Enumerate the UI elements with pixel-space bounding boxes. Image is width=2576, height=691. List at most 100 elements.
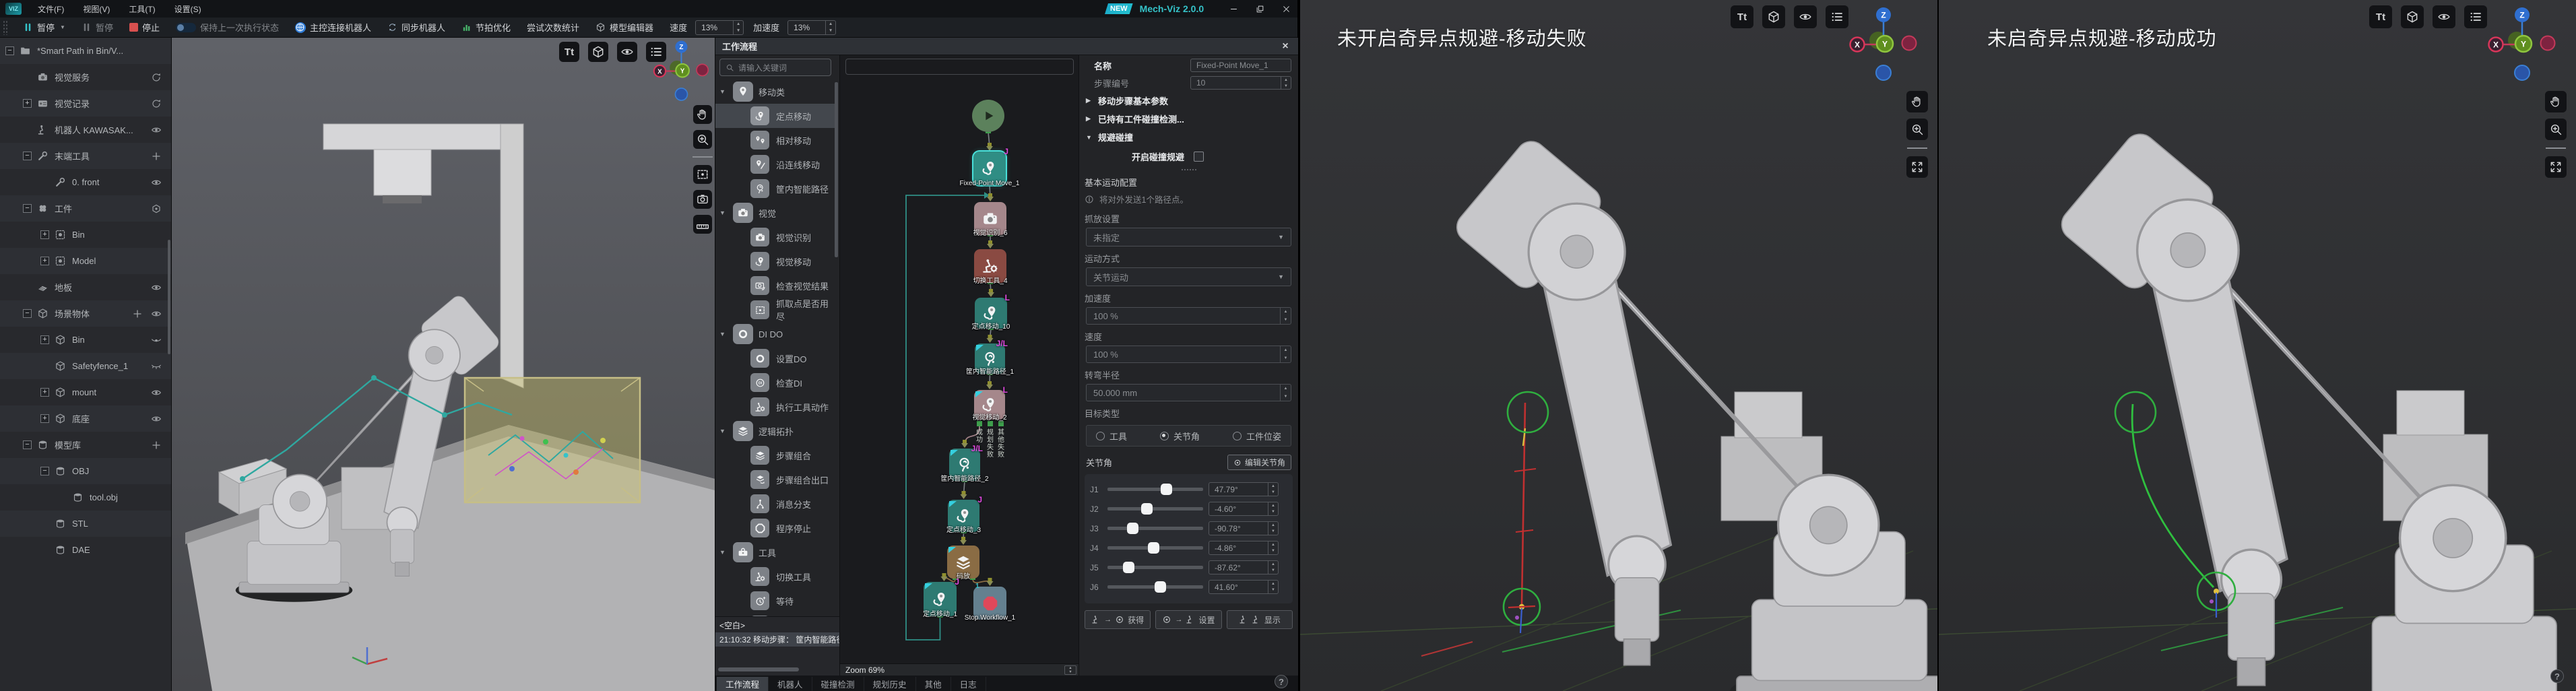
tree-item[interactable]: 机器人 KAWASAK... [0,117,171,143]
hex-icon[interactable] [151,203,162,214]
joint-spinner[interactable]: ▲▼ [1268,561,1278,574]
tree-item[interactable]: +视觉记录 [0,90,171,117]
zoom-button[interactable] [2545,119,2567,140]
library-item[interactable]: 步骤组合出口 [715,467,835,492]
eye-half-icon[interactable] [151,335,162,346]
joint-slider[interactable] [1107,507,1203,511]
menu-tools[interactable]: 工具(T) [119,0,164,18]
joint-slider[interactable] [1107,546,1203,550]
tree-item[interactable]: 视觉服务 [0,64,171,90]
refresh-icon[interactable] [151,72,162,83]
library-item[interactable]: 抓取点是否用尽 [715,298,835,322]
slider-knob[interactable] [1148,542,1159,554]
flow-node[interactable]: J定点移动_3 [948,500,979,532]
expand-toggle-icon[interactable]: + [40,257,49,265]
library-item[interactable]: 相对移动 [715,128,835,152]
turn-radius-input[interactable]: 50.000 mm▲▼ [1086,384,1291,401]
eye-icon[interactable] [151,308,162,319]
tab-工作流程[interactable]: 工作流程 [717,677,769,691]
slider-knob[interactable] [1141,503,1153,515]
text-display-button[interactable]: Tt [1731,5,1753,28]
library-item[interactable]: 视觉移动 [715,249,835,273]
flow-node[interactable]: L视觉移动_2 [974,390,1005,420]
keep-last-state-toggle[interactable]: 保持上一次执行状态 [168,18,287,38]
joint-spinner[interactable]: ▲▼ [1268,502,1278,515]
takt-optimize-button[interactable]: 节拍优化 [453,18,519,38]
fit-view-button[interactable] [1906,156,1928,178]
stop-button[interactable]: 停止 [121,18,168,38]
orientation-gizmo[interactable]: Z X Y [653,39,713,109]
library-item[interactable]: 等待 [715,589,835,613]
pan-button[interactable] [693,105,712,124]
visibility-button[interactable] [2433,5,2455,28]
zoom-button[interactable] [1906,119,1928,140]
eye-closed-icon[interactable] [151,361,162,372]
joint-value-input[interactable]: -4.86°▲▼ [1209,541,1279,555]
library-item[interactable]: 执行工具动作 [715,395,835,419]
flowchart-canvas[interactable]: JFixed-Point Move_1视觉识别_6切换工具_4L定点移动_10J… [839,55,1078,676]
gizmo-axes[interactable]: Z X Y [1848,5,1923,88]
menu-file[interactable]: 文件(F) [28,0,73,18]
library-item[interactable]: 沿连线移动 [715,152,835,176]
tab-其他[interactable]: 其他 [916,677,951,691]
section-collision-check[interactable]: ▶已持有工件碰撞检测... [1079,110,1298,128]
panel-close-icon[interactable]: × [1278,39,1293,54]
accel-spinner[interactable]: ▲▼ [825,21,835,34]
collision-avoid-checkbox[interactable] [1194,152,1204,162]
pause-button[interactable]: 暂停 [73,18,121,38]
collapse-toggle-icon[interactable]: − [5,46,14,55]
library-group[interactable]: ▼ DI DO [715,322,835,346]
expand-toggle-icon[interactable]: + [40,335,49,344]
library-item[interactable]: 步骤组合 [715,443,835,467]
joint-spinner[interactable]: ▲▼ [1268,483,1278,496]
tab-日志[interactable]: 日志 [951,677,986,691]
text-display-button[interactable]: Tt [559,42,579,62]
flow-node[interactable]: J/L筐内智能路径_1 [975,343,1005,374]
library-item[interactable]: 程序停止 [715,516,835,540]
eye-icon[interactable] [151,414,162,424]
tree-item[interactable]: +底座 [0,405,171,432]
section-avoid-collision[interactable]: ▼规避碰撞 [1079,128,1298,146]
orientation-gizmo[interactable]: Z X Y [1848,5,1923,91]
frame-zoom-button[interactable] [693,165,712,184]
motion-type-select[interactable]: 关节运动▼ [1086,267,1291,286]
step-no-spinner[interactable]: ▲▼ [1281,77,1291,89]
target-type-radio[interactable]: 工具 [1096,430,1127,442]
collapse-toggle-icon[interactable]: − [23,309,32,318]
tree-item[interactable]: 0. front [0,169,171,195]
speed-input[interactable]: 13%▲▼ [695,20,744,35]
library-group[interactable]: ▼ 逻辑拓扑 [715,419,835,443]
accel-input[interactable]: 13%▲▼ [787,20,836,35]
step-name-input[interactable]: Fixed-Point Move_1 [1190,59,1291,72]
get-joints-button[interactable]: →获得 [1085,610,1151,629]
tree-item[interactable]: 地板 [0,274,171,300]
chevron-down-icon[interactable]: ▼ [719,549,728,556]
model-editor-button[interactable]: 模型编辑器 [587,18,662,38]
sync-robot-button[interactable]: 同步机器人 [379,18,453,38]
collapse-toggle-icon[interactable]: − [23,440,32,449]
library-group[interactable]: ▼ 视觉 [715,201,835,225]
plus-icon[interactable] [151,440,162,451]
slider-knob[interactable] [1123,562,1134,573]
minimize-icon[interactable] [1229,5,1238,13]
joint-slider[interactable] [1107,585,1203,589]
expand-toggle-icon[interactable]: + [40,388,49,397]
library-item[interactable]: 视觉识别 [715,225,835,249]
slider-knob[interactable] [1161,484,1172,495]
main-3d-viewport[interactable]: Tt Z X Y [172,38,715,691]
snapshot-button[interactable] [693,190,712,209]
display-list-button[interactable] [1826,5,1848,28]
joint-slider[interactable] [1107,488,1203,491]
turn-radius-spinner[interactable]: ▲▼ [1280,385,1291,401]
joint-value-input[interactable]: 41.60°▲▼ [1209,580,1279,594]
library-group[interactable]: ▼ 工具 [715,540,835,564]
tree-item[interactable]: Safetyfence_1 [0,353,171,379]
joint-value-input[interactable]: -90.78°▲▼ [1209,521,1279,535]
flow-node[interactable]: 码放 [947,546,979,579]
sidebar-scrollbar[interactable] [168,240,170,354]
tree-item[interactable]: DAE [0,537,171,563]
collapse-toggle-icon[interactable]: − [40,467,49,475]
dropdown-caret-icon[interactable]: ▼ [60,24,65,30]
library-item[interactable]: 切换工具 [715,564,835,589]
pick-settings-select[interactable]: 未指定▼ [1086,228,1291,246]
